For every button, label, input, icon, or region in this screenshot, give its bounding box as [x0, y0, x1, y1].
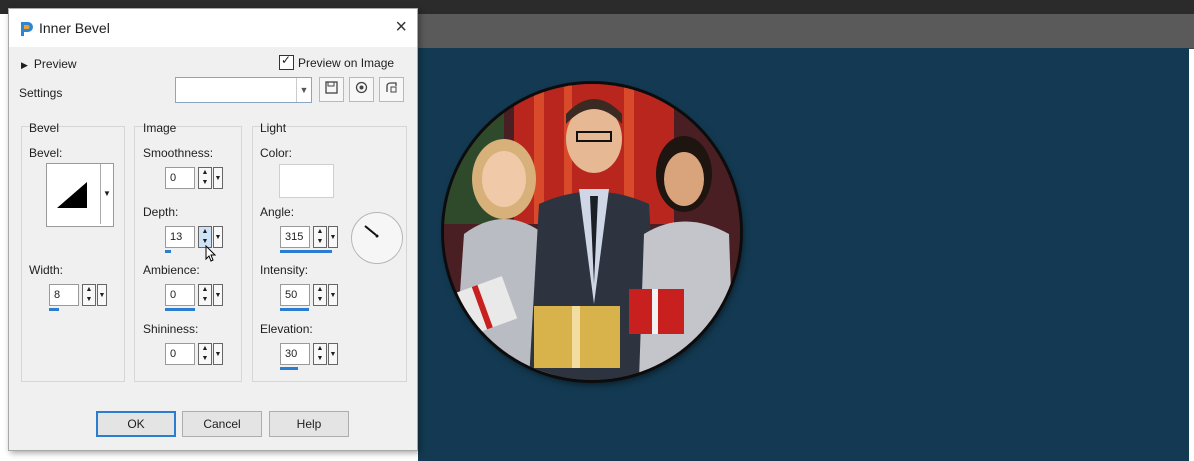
smoothness-label: Smoothness: — [143, 146, 214, 160]
intensity-field[interactable]: 50 — [280, 284, 310, 306]
bevel-label: Bevel: — [29, 146, 63, 160]
document-tab-strip — [418, 14, 1194, 49]
shininess-label: Shininess: — [143, 322, 199, 336]
inner-bevel-dialog: Inner Bevel × ▶Preview Preview on Image … — [8, 8, 418, 451]
elevation-slider-bar — [280, 367, 298, 370]
depth-label: Depth: — [143, 205, 179, 219]
preview-on-image-checkbox[interactable]: Preview on Image — [279, 53, 395, 70]
intensity-slider-bar — [280, 308, 309, 311]
slider-dropdown-icon[interactable]: ▼ — [213, 284, 223, 306]
dial-needle-icon — [364, 225, 379, 238]
shininess-spinner[interactable]: 0 ▲ ▼ ▼ — [165, 343, 225, 367]
ambience-spinner[interactable]: 0 ▲ ▼ ▼ — [165, 284, 225, 311]
preview-row: ▶ Preview Preview on Image — [9, 53, 417, 75]
slider-dropdown-icon[interactable]: ▼ — [213, 167, 223, 189]
manage-presets-button[interactable] — [379, 77, 404, 102]
bevel-style-picker[interactable]: ▼ — [46, 163, 114, 227]
reset-icon — [355, 81, 368, 97]
slider-dropdown-icon[interactable]: ▼ — [213, 343, 223, 365]
slider-dropdown-icon[interactable]: ▼ — [328, 343, 338, 365]
width-spinner[interactable]: 8 ▲ ▼ ▼ — [49, 284, 109, 311]
smoothness-spinner[interactable]: 0 ▲ ▼ ▼ — [165, 167, 225, 191]
intensity-label: Intensity: — [260, 263, 309, 277]
elevation-spinner[interactable]: 30 ▲ ▼ ▼ — [280, 343, 340, 370]
save-preset-button[interactable] — [319, 77, 344, 102]
help-button[interactable]: Help — [269, 411, 349, 437]
slider-dropdown-icon[interactable]: ▼ — [328, 284, 338, 306]
close-icon[interactable]: × — [395, 16, 407, 39]
ambience-slider-bar — [165, 308, 195, 311]
paintshop-icon — [18, 20, 34, 41]
reset-preset-button[interactable] — [349, 77, 374, 102]
mouse-pointer-icon — [205, 244, 217, 266]
width-field[interactable]: 8 — [49, 284, 79, 306]
preview-label: Preview — [33, 57, 77, 71]
bevel-shape-icon — [57, 182, 87, 208]
light-color-swatch[interactable] — [279, 164, 334, 198]
slider-dropdown-icon[interactable]: ▼ — [97, 284, 107, 306]
color-label: Color: — [260, 146, 293, 160]
cancel-button[interactable]: Cancel — [182, 411, 262, 437]
manage-presets-icon — [385, 82, 398, 97]
shininess-field[interactable]: 0 — [165, 343, 195, 365]
spin-updown-icon[interactable]: ▲ ▼ — [313, 343, 327, 365]
spin-updown-icon[interactable]: ▲ ▼ — [198, 343, 212, 365]
angle-field[interactable]: 315 — [280, 226, 310, 248]
spin-updown-icon[interactable]: ▲ ▼ — [198, 167, 212, 189]
settings-dropdown[interactable]: ▼ — [175, 77, 312, 103]
checkbox-checked[interactable] — [279, 53, 294, 70]
spin-updown-icon[interactable]: ▲ ▼ — [313, 284, 327, 306]
angle-dial[interactable] — [351, 212, 403, 264]
angle-spinner[interactable]: 315 ▲ ▼ ▼ — [280, 226, 340, 253]
ambience-field[interactable]: 0 — [165, 284, 195, 306]
spin-updown-icon[interactable]: ▲ ▼ — [198, 284, 212, 306]
save-icon — [325, 81, 338, 97]
chevron-down-icon[interactable]: ▼ — [296, 78, 311, 102]
ok-button[interactable]: OK — [96, 411, 176, 437]
smoothness-field[interactable]: 0 — [165, 167, 195, 189]
slider-dropdown-icon[interactable]: ▼ — [328, 226, 338, 248]
dialog-title: Inner Bevel — [39, 20, 110, 36]
depth-field[interactable]: 13 — [165, 226, 195, 248]
width-slider-bar — [49, 308, 59, 311]
expand-triangle-icon: ▶ — [21, 60, 28, 70]
angle-slider-bar — [280, 250, 332, 253]
preview-expander[interactable]: ▶ Preview — [21, 57, 77, 71]
angle-label: Angle: — [260, 205, 295, 219]
image-group-title: Image — [143, 121, 177, 135]
width-label: Width: — [29, 263, 64, 277]
settings-label: Settings — [19, 86, 63, 100]
circular-photo — [444, 84, 740, 380]
dropdown-arrow-icon[interactable]: ▼ — [100, 164, 113, 224]
ambience-label: Ambience: — [143, 263, 200, 277]
preview-on-image-label: Preview on Image — [298, 55, 395, 70]
light-group-title: Light — [260, 121, 287, 135]
spin-updown-icon[interactable]: ▲ ▼ — [82, 284, 96, 306]
elevation-label: Elevation: — [260, 322, 313, 336]
dialog-titlebar: Inner Bevel × — [9, 9, 417, 47]
bevel-group-title: Bevel — [29, 121, 60, 135]
intensity-spinner[interactable]: 50 ▲ ▼ ▼ — [280, 284, 340, 311]
depth-slider-bar — [165, 250, 171, 253]
spin-updown-icon[interactable]: ▲ ▼ — [313, 226, 327, 248]
elevation-field[interactable]: 30 — [280, 343, 310, 365]
